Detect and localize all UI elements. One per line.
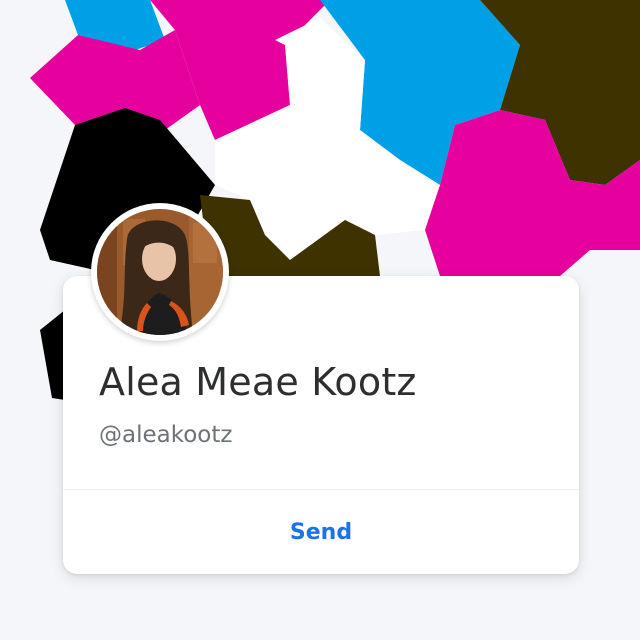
bg-shape-black-lower-left <box>40 310 65 400</box>
send-button[interactable]: Send <box>63 490 579 574</box>
profile-handle: @aleakootz <box>99 422 233 448</box>
avatar <box>91 203 229 341</box>
avatar-photo-icon <box>97 209 223 335</box>
profile-share-screen: Alea Meae Kootz @aleakootz Send <box>0 0 640 640</box>
profile-name: Alea Meae Kootz <box>99 360 417 404</box>
